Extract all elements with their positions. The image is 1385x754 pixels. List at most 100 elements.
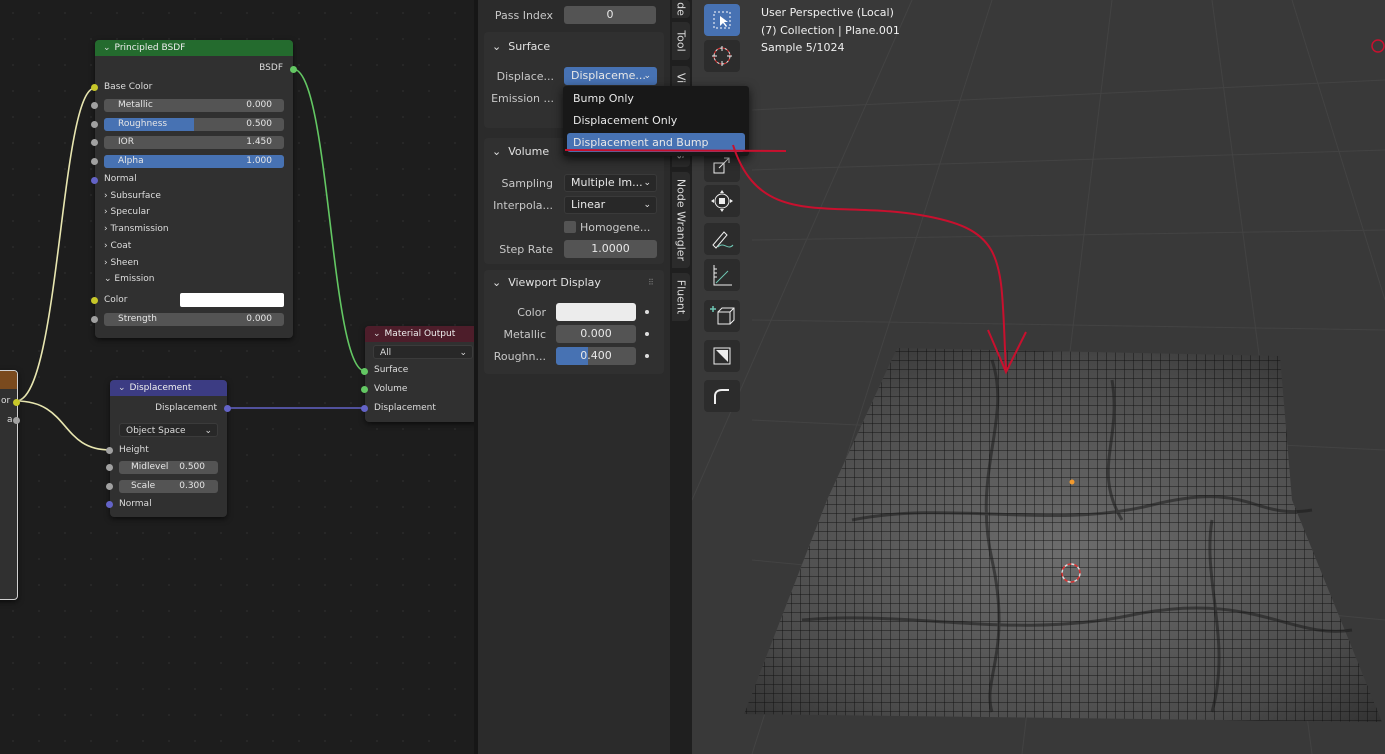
emission-color-swatch[interactable] <box>180 293 284 307</box>
midlevel-field[interactable]: Midlevel 0.500 <box>119 461 218 474</box>
chevron-down-icon: ⌄ <box>492 276 502 289</box>
collapse-icon[interactable]: ⌄ <box>103 43 111 53</box>
add-cube-tool[interactable] <box>704 300 740 332</box>
displacement-header[interactable]: ⌄ Displacement <box>110 380 227 396</box>
panel-coat[interactable]: › Coat <box>104 241 131 251</box>
chevron-down-icon: ⌄ <box>492 145 502 158</box>
tab-tool[interactable]: Tool <box>672 22 690 60</box>
chevron-right-icon: › <box>104 191 108 201</box>
displacement-method-menu: Bump Only Displacement Only Displacement… <box>563 86 749 156</box>
menu-item-displacement-and-bump[interactable]: Displacement and Bump <box>567 133 745 152</box>
socket-surface-in[interactable] <box>361 368 368 375</box>
alpha-field[interactable]: Alpha 1.000 <box>104 155 284 168</box>
pass-index-label: Pass Index <box>494 9 553 22</box>
panel-transmission[interactable]: › Transmission <box>104 224 169 234</box>
metallic-field[interactable]: Metallic 0.000 <box>104 99 284 112</box>
cursor-tool[interactable] <box>704 40 740 72</box>
chevron-down-icon: ⌄ <box>643 200 651 210</box>
vd-roughness-field[interactable]: 0.400 <box>556 347 636 365</box>
socket-normal[interactable] <box>106 501 113 508</box>
surface-label: Surface <box>374 365 409 375</box>
strength-field[interactable]: Strength 0.000 <box>104 313 284 326</box>
socket-emission-color[interactable] <box>91 297 98 304</box>
panel-specular[interactable]: › Specular <box>104 207 150 217</box>
tab-de[interactable]: de <box>672 0 690 18</box>
scale-field[interactable]: Scale 0.300 <box>119 480 218 493</box>
socket-displacement-in[interactable] <box>361 405 368 412</box>
socket-displacement-out[interactable] <box>224 405 231 412</box>
interpolation-label: Interpola... <box>493 199 553 212</box>
ior-field[interactable]: IOR 1.450 <box>104 136 284 149</box>
vd-color-swatch[interactable] <box>556 303 636 321</box>
volume-header[interactable]: ⌄ Volume <box>492 145 549 158</box>
3d-viewport[interactable]: User Perspective (Local) (7) Collection … <box>692 0 1385 754</box>
measure-tool[interactable] <box>704 259 740 291</box>
socket-midlevel[interactable] <box>106 464 113 471</box>
drag-handle-icon[interactable]: ⠿ <box>648 278 654 287</box>
socket-normal[interactable] <box>91 177 98 184</box>
socket-strength[interactable] <box>91 316 98 323</box>
socket-metallic[interactable] <box>91 102 98 109</box>
socket-roughness[interactable] <box>91 121 98 128</box>
collapse-icon[interactable]: ⌄ <box>118 383 126 393</box>
principled-bsdf-header[interactable]: ⌄ Principled BSDF <box>95 40 293 56</box>
collection-info: (7) Collection | Plane.001 <box>761 24 900 37</box>
sampling-dropdown[interactable]: Multiple Im... ⌄ <box>564 174 657 192</box>
select-box-tool[interactable] <box>704 4 740 36</box>
displacement-node[interactable]: ⌄ Displacement Displacement Object Space ⌄… <box>106 380 231 517</box>
chevron-down-icon: ⌄ <box>643 178 651 188</box>
extrude-tool[interactable] <box>704 380 740 412</box>
collapse-icon[interactable]: ⌄ <box>373 329 381 339</box>
pass-index-field[interactable]: 0 <box>564 6 656 24</box>
space-dropdown[interactable]: Object Space ⌄ <box>119 423 218 437</box>
sampling-label: Sampling <box>501 177 554 190</box>
keyframe-dot-icon[interactable] <box>645 332 649 336</box>
principled-bsdf-node[interactable]: ⌄ Principled BSDF BSDF Base Color Metalli… <box>91 40 297 338</box>
socket-volume-in[interactable] <box>361 386 368 393</box>
homogeneous-checkbox[interactable] <box>564 221 576 233</box>
annotate-tool[interactable] <box>704 223 740 255</box>
transform-tool[interactable] <box>704 185 740 217</box>
menu-item-displacement-only[interactable]: Displacement Only <box>567 111 745 130</box>
step-rate-label: Step Rate <box>499 243 553 256</box>
socket-height[interactable] <box>106 447 113 454</box>
menu-item-bump-only[interactable]: Bump Only <box>567 89 745 108</box>
keyframe-dot-icon[interactable] <box>645 354 649 358</box>
socket-base-color[interactable] <box>91 84 98 91</box>
viewport-display-header[interactable]: ⌄ Viewport Display <box>492 276 601 289</box>
vd-metallic-field[interactable]: 0.000 <box>556 325 636 343</box>
socket-bsdf-out[interactable] <box>290 66 297 73</box>
chevron-down-icon: ⌄ <box>492 40 502 53</box>
chevron-down-icon: ⌄ <box>643 71 651 81</box>
tab-node-wrangler[interactable]: Node Wrangler <box>672 172 690 268</box>
material-output-header[interactable]: ⌄ Material Output <box>365 326 474 342</box>
cursor-icon <box>712 46 732 66</box>
socket-alpha-out[interactable] <box>13 417 20 424</box>
surface-header[interactable]: ⌄ Surface <box>492 40 550 53</box>
tab-fluent[interactable]: Fluent <box>672 273 690 321</box>
panel-sheen[interactable]: › Sheen <box>104 258 139 268</box>
roughness-field[interactable]: Roughness 0.500 <box>104 118 284 131</box>
chevron-right-icon: › <box>104 241 108 251</box>
panel-subsurface[interactable]: › Subsurface <box>104 191 161 201</box>
interpolation-dropdown[interactable]: Linear ⌄ <box>564 196 657 214</box>
transform-icon <box>711 190 733 212</box>
bevel-tool[interactable] <box>704 340 740 372</box>
panel-emission[interactable]: ⌄ Emission <box>104 274 154 284</box>
socket-color-out[interactable] <box>13 399 20 406</box>
extrude-icon <box>714 389 729 404</box>
step-rate-field[interactable]: 1.0000 <box>564 240 657 258</box>
displacement-method-dropdown[interactable]: Displaceme... ⌄ <box>564 67 657 85</box>
displacement-in-label: Displacement <box>374 403 436 413</box>
partial-color-label: or <box>1 396 11 406</box>
chevron-down-icon: ⌄ <box>104 274 112 284</box>
node-editor[interactable]: or a ⌄ Principled BSDF BSDF Base Color Me… <box>0 0 474 754</box>
partial-texture-node[interactable]: or a <box>0 370 20 600</box>
keyframe-dot-icon[interactable] <box>645 310 649 314</box>
target-dropdown[interactable]: All ⌄ <box>373 345 473 359</box>
emission-color-label: Color <box>104 295 128 305</box>
socket-alpha[interactable] <box>91 158 98 165</box>
socket-scale[interactable] <box>106 483 113 490</box>
material-output-node[interactable]: ⌄ Material Output All ⌄ Surface Volume Dis… <box>361 326 474 422</box>
socket-ior[interactable] <box>91 139 98 146</box>
